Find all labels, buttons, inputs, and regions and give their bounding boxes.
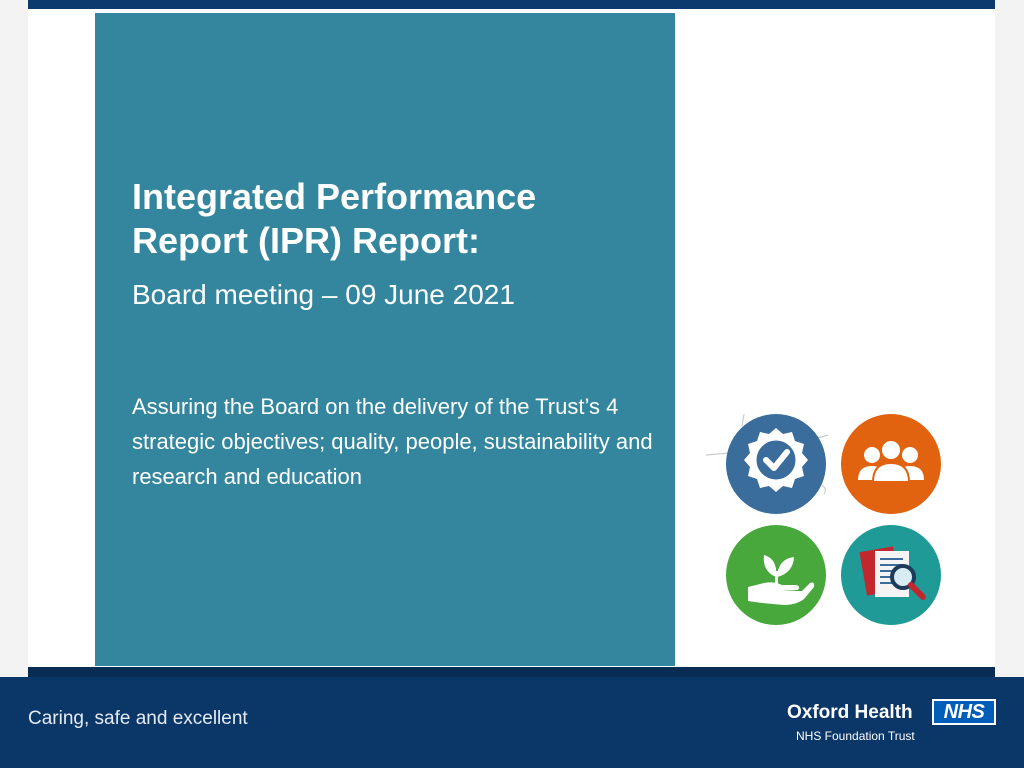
footer: Caring, safe and excellent Oxford Health… xyxy=(0,677,1024,768)
slide-subtitle: Board meeting – 09 June 2021 xyxy=(132,279,515,310)
org-subtitle: NHS Foundation Trust xyxy=(796,729,915,743)
quality-badge-icon xyxy=(726,414,826,514)
plant-in-hand-icon xyxy=(726,525,826,625)
document-magnifier-icon xyxy=(841,525,941,625)
title-panel: Integrated Performance Report (IPR) Repo… xyxy=(95,13,675,666)
footer-tagline: Caring, safe and excellent xyxy=(28,708,248,729)
org-name: Oxford Health xyxy=(787,702,913,723)
slide-title: Integrated Performance Report (IPR) Repo… xyxy=(132,176,537,261)
slide-description: Assuring the Board on the delivery of th… xyxy=(132,394,653,489)
footer-accent-strip xyxy=(28,667,995,677)
nhs-logo: NHS xyxy=(932,699,996,725)
top-accent-bar xyxy=(28,0,995,9)
people-group-icon xyxy=(841,414,941,514)
